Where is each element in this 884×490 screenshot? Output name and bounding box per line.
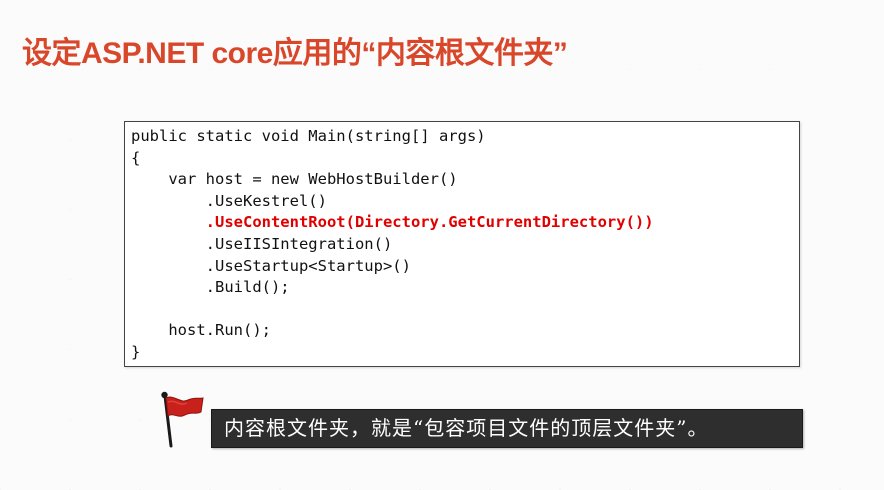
code-line-highlighted: .UseContentRoot(Directory.GetCurrentDire… <box>131 213 654 232</box>
code-line: public static void Main(string[] args) <box>131 127 486 145</box>
code-line: .UseIISIntegration() <box>131 234 393 253</box>
callout-note: 内容根文件夹，就是“包容项目文件的顶层文件夹”。 <box>211 409 803 448</box>
code-block: public static void Main(string[] args) {… <box>124 121 800 367</box>
code-line: host.Run(); <box>131 321 271 340</box>
slide-title: 设定ASP.NET core应用的“内容根文件夹” <box>22 37 568 70</box>
code-line: .UseKestrel() <box>131 191 327 210</box>
code-line: { <box>131 148 141 167</box>
code-line: .Build(); <box>131 278 290 297</box>
red-flag-icon <box>161 391 204 448</box>
code-line: .UseStartup<Startup>() <box>131 256 411 275</box>
code-line: var host = new WebHostBuilder() <box>131 170 458 189</box>
code-line: } <box>131 342 141 361</box>
